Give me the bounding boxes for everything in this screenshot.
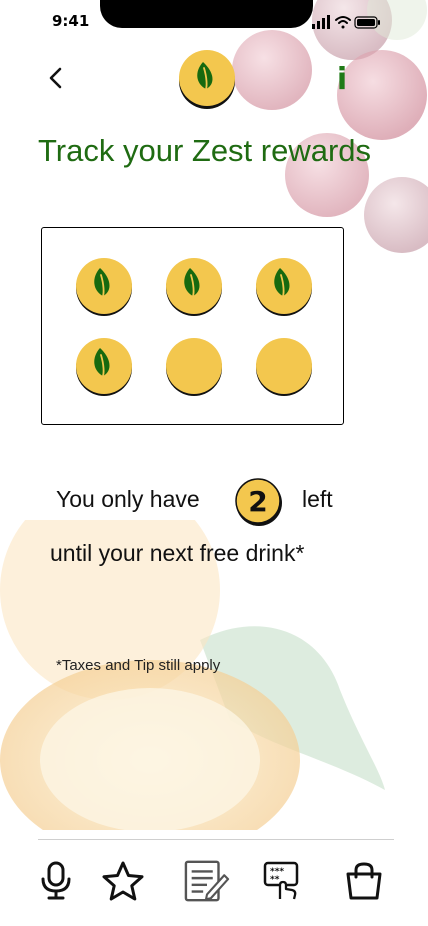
signal-icon	[312, 15, 330, 29]
star-icon	[102, 861, 144, 901]
status-icons	[312, 15, 380, 29]
leaf-logo-icon	[179, 50, 235, 109]
tab-bar: *** **	[0, 830, 428, 926]
tab-divider	[38, 839, 394, 840]
card-tap-icon: *** **	[263, 861, 299, 900]
stamp-card	[41, 227, 344, 425]
shopping-bag-icon	[346, 862, 382, 900]
back-button[interactable]	[40, 62, 72, 94]
tab-cart[interactable]	[341, 858, 387, 904]
free-drink-message: until your next free drink*	[50, 540, 305, 566]
stamp-collected	[256, 258, 312, 316]
remaining-message-prefix: You only have	[56, 486, 200, 512]
tab-rewards-card[interactable]: *** **	[259, 858, 305, 904]
chevron-left-icon	[49, 67, 62, 89]
tab-voice-order[interactable]	[33, 858, 79, 904]
tab-favorites[interactable]	[100, 858, 146, 904]
microphone-icon	[41, 861, 71, 900]
status-bar: 9:41	[0, 0, 428, 44]
orange-background-image	[0, 520, 385, 840]
rewards-screen: 9:41 i Track your Zest rewards You only …	[0, 0, 428, 926]
svg-text:**: **	[270, 875, 280, 885]
status-time: 9:41	[52, 12, 90, 30]
remaining-count: 2	[248, 485, 268, 518]
disclaimer-text: *Taxes and Tip still apply	[56, 657, 221, 674]
battery-icon	[354, 16, 380, 29]
info-button[interactable]: i	[328, 60, 356, 100]
tab-menu[interactable]	[184, 858, 230, 904]
remaining-message-suffix: left	[302, 486, 333, 512]
stamp-collected	[76, 338, 132, 396]
stamp-collected	[166, 258, 222, 316]
page-title: Track your Zest rewards	[38, 133, 372, 168]
stamp-empty	[256, 338, 312, 396]
wifi-icon	[335, 16, 351, 29]
stamp-empty	[166, 338, 222, 396]
notepad-edit-icon	[184, 860, 230, 902]
notch	[100, 0, 313, 28]
stamp-collected	[76, 258, 132, 316]
